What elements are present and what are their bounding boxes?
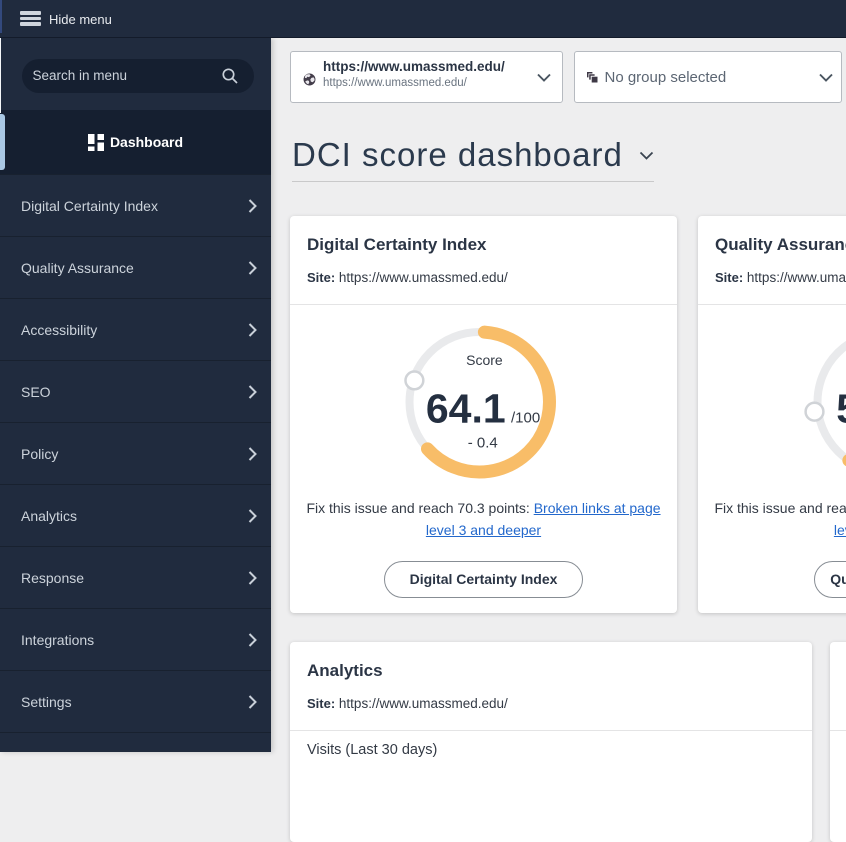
svg-text:Score: Score [466,352,503,368]
svg-text:- 0.4: - 0.4 [468,434,498,451]
svg-text:64.1: 64.1 [426,386,506,432]
svg-text:59.2: 59.2 [836,386,846,432]
svg-text:/100: /100 [511,410,540,427]
